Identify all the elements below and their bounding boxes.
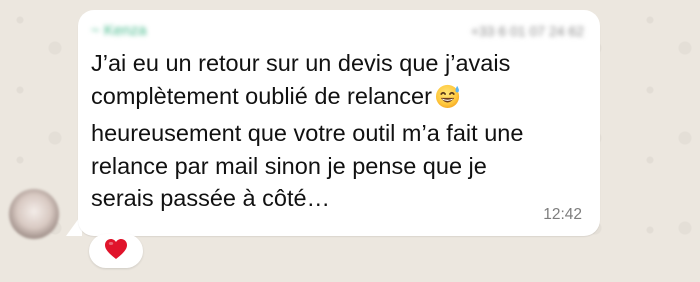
grinning-sweat-icon	[435, 82, 462, 118]
sender-avatar[interactable]	[9, 189, 59, 239]
reaction-badge[interactable]	[89, 234, 143, 268]
message-line: heureusement que votre outil m’a fait un…	[91, 120, 524, 146]
red-heart-icon	[104, 238, 128, 265]
message-timestamp: 12:42	[543, 206, 582, 223]
message-text: J’ai eu un retour sur un devis que j’ava…	[91, 47, 586, 215]
message-line: J’ai eu un retour sur un devis que j’ava…	[91, 50, 511, 76]
message-bubble[interactable]: ~ Kenza +33 6 01 07 24 62 J’ai eu un ret…	[78, 10, 600, 236]
message-line: relance par mail sinon je pense que je	[91, 152, 487, 179]
message-line: serais passée à côté…	[91, 185, 331, 211]
message-line: complètement oublié de relancer	[91, 82, 432, 109]
sender-name[interactable]: ~ Kenza	[91, 22, 146, 39]
sender-phone: +33 6 01 07 24 62	[470, 23, 584, 39]
